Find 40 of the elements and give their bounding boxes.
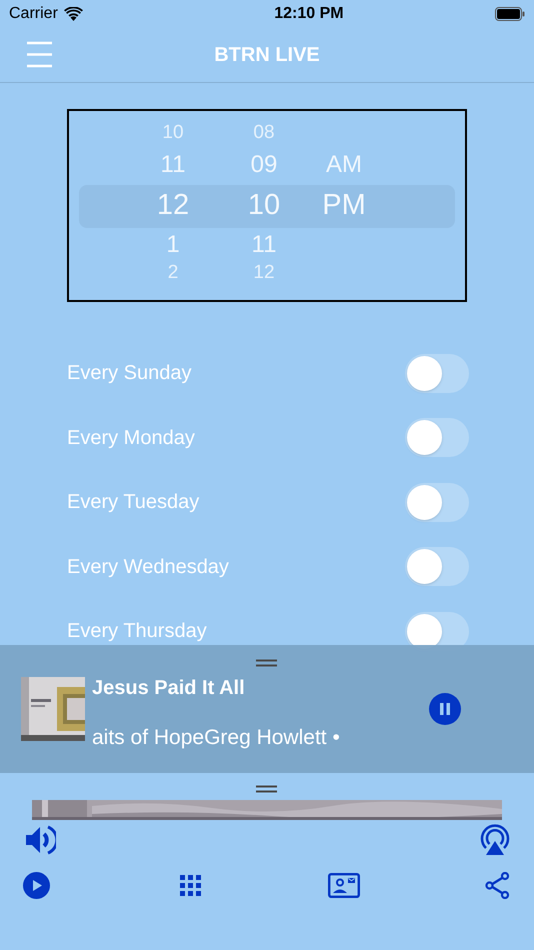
grid-icon[interactable] xyxy=(180,875,201,896)
day-label: Every Tuesday xyxy=(67,490,200,516)
play-icon[interactable] xyxy=(23,872,50,899)
drag-handle-icon[interactable] xyxy=(256,785,277,793)
toggle-switch[interactable] xyxy=(405,482,469,522)
track-subtitle: aits of HopeGreg Howlett • xyxy=(92,725,340,751)
picker-value[interactable]: AM xyxy=(326,153,362,177)
picker-value[interactable]: 12 xyxy=(253,263,275,282)
day-label: Every Sunday xyxy=(67,361,192,386)
picker-value[interactable]: 08 xyxy=(253,123,275,142)
toggle-switch[interactable] xyxy=(405,418,469,458)
day-label: Every Thursday xyxy=(67,619,207,644)
picker-value[interactable]: 1 xyxy=(166,233,180,257)
picker-value[interactable]: PM xyxy=(322,191,366,220)
wifi-icon xyxy=(64,7,83,21)
picker-value[interactable]: 12 xyxy=(156,191,190,220)
time-picker[interactable]: 10 11 12 1 2 08 09 10 11 12 AM PM xyxy=(67,109,467,302)
drag-handle-icon[interactable] xyxy=(256,659,277,667)
volume-icon[interactable] xyxy=(25,825,56,855)
picker-value[interactable]: 11 xyxy=(160,153,186,177)
battery-icon xyxy=(494,7,525,21)
day-label: Every Wednesday xyxy=(67,554,229,580)
toggle-switch[interactable] xyxy=(405,547,469,586)
mini-player[interactable]: Jesus Paid It All aits of HopeGreg Howlett • xyxy=(0,645,534,773)
carrier-label: Carrier xyxy=(9,4,58,24)
pause-button[interactable] xyxy=(429,693,461,725)
status-time: 12:10 PM xyxy=(274,4,344,24)
nav-title: BTRN LIVE xyxy=(214,43,320,68)
picker-value[interactable]: 2 xyxy=(168,263,178,282)
day-label: Every Monday xyxy=(67,426,195,451)
picker-value[interactable]: 11 xyxy=(252,233,276,257)
airplay-icon[interactable] xyxy=(479,824,511,856)
contact-card-icon[interactable] xyxy=(328,873,360,898)
pause-icon xyxy=(439,703,451,715)
toggle-switch[interactable] xyxy=(405,354,469,393)
share-icon[interactable] xyxy=(485,872,510,899)
picker-value[interactable]: 09 xyxy=(250,153,278,177)
picker-value[interactable]: 10 xyxy=(162,123,184,142)
track-title: Jesus Paid It All xyxy=(92,676,245,701)
picker-value[interactable]: 10 xyxy=(248,191,280,220)
